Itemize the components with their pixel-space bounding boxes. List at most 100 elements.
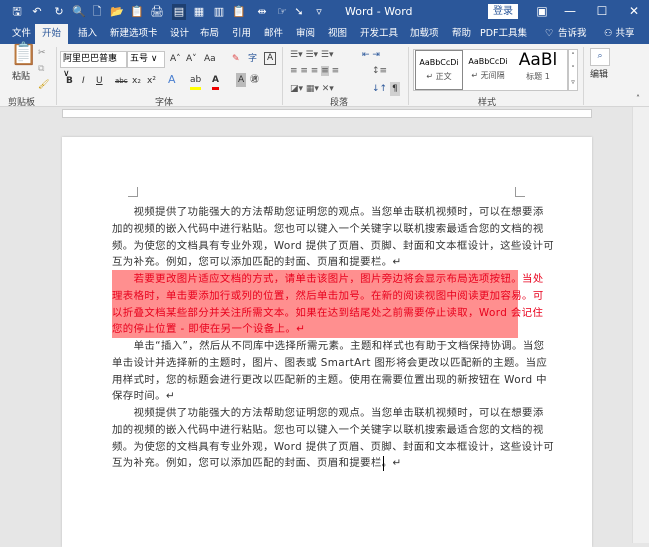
tab-7[interactable]: 邮件 — [264, 24, 283, 44]
tab-5[interactable]: 布局 — [200, 24, 219, 44]
close-button[interactable]: ✕ — [624, 4, 644, 18]
show-marks-icon[interactable]: ¶ — [390, 82, 400, 96]
qat-button-icon[interactable]: ☞ — [275, 4, 289, 20]
tab-6[interactable]: 引用 — [232, 24, 251, 44]
sort-icon[interactable]: ↓↑ — [372, 82, 387, 96]
tab-13[interactable]: PDF工具集 — [480, 24, 527, 44]
qat-button-icon[interactable]: ▿ — [312, 4, 326, 20]
enclose-char-icon[interactable]: ㊜ — [250, 73, 259, 87]
qat-button-icon[interactable]: 🔍 — [72, 4, 86, 20]
document-line: 理表格时，单击要添加行或列的位置，然后单击加号。在新的阅读视图中阅读更加容易。可 — [112, 289, 544, 302]
font-size-select[interactable]: 五号 ∨ — [127, 51, 165, 68]
qat-button-icon[interactable]: 📂 — [110, 4, 124, 20]
qat-button-icon[interactable]: 🗋 — [90, 4, 104, 20]
qat-button-icon[interactable]: ▤ — [172, 4, 186, 20]
collapse-ribbon-icon[interactable]: ˄ — [636, 92, 640, 106]
editing-button[interactable]: 编辑 — [590, 68, 608, 82]
shrink-font-button[interactable]: A˅ — [186, 52, 197, 66]
ribbon-display-icon[interactable]: ▣ — [532, 4, 552, 18]
tab-4[interactable]: 设计 — [170, 24, 189, 44]
char-shading-icon[interactable]: A — [236, 73, 247, 87]
document-line: 频。为使您的文档具有专业外观，Word 提供了页眉、页脚、封面和文本框设计，这些… — [112, 440, 555, 453]
ribbon: 📋 粘贴 ✂ ⧉ 🖌 剪贴板 阿里巴巴普惠 ∨ 五号 ∨ A˄ A˅ Aa ✎ … — [0, 44, 649, 108]
qat-button-icon[interactable]: 🖨 — [150, 4, 164, 20]
document-line: 互为补充。例如，您可以添加匹配的封面、页眉和提要栏。↵ — [112, 256, 402, 269]
ruler[interactable] — [0, 107, 632, 120]
superscript-button[interactable]: x² — [147, 74, 156, 88]
share-button[interactable]: ⚇ 共享 — [604, 24, 635, 44]
style-preview: AaBl — [518, 50, 558, 70]
indent-icon[interactable]: ⇤ ⇥ — [362, 48, 380, 62]
change-case-button[interactable]: Aa — [204, 52, 216, 66]
document-line: 视频提供了功能强大的方法帮助您证明您的观点。当您单击联机视频时，可以在想要添 — [112, 407, 544, 419]
qat-button-icon[interactable]: ↻ — [52, 4, 66, 20]
italic-button[interactable]: I — [82, 74, 85, 88]
paste-button[interactable]: 粘贴 — [12, 70, 30, 84]
qat-button-icon[interactable]: 📋 — [130, 4, 144, 20]
line-spacing-icon[interactable]: ↕≡ — [372, 64, 387, 78]
tell-me-button[interactable]: 告诉我 — [558, 24, 587, 44]
tab-9[interactable]: 视图 — [328, 24, 347, 44]
align-icons[interactable]: ≡ ≡ ≡ ≡ ≡ — [290, 64, 339, 78]
document-line: 视频提供了功能强大的方法帮助您证明您的观点。当您单击联机视频时，可以在想要添 — [112, 206, 544, 218]
minimize-button[interactable]: — — [560, 4, 580, 18]
grow-font-button[interactable]: A˄ — [170, 52, 181, 66]
bold-button[interactable]: B — [66, 74, 73, 88]
login-button[interactable]: 登录 — [488, 4, 518, 19]
highlight-color-icon[interactable]: ab — [190, 73, 202, 90]
style-heading-1[interactable]: AaBl 标题 1 — [514, 50, 562, 90]
font-color-icon[interactable]: A — [212, 73, 219, 90]
font-name-select[interactable]: 阿里巴巴普惠 ∨ — [60, 51, 127, 79]
document-line: 互为补充。例如，您可以添加匹配的封面、页眉和提要栏。↵ — [112, 457, 402, 470]
tab-2[interactable]: 插入 — [78, 24, 97, 44]
margin-corner — [128, 187, 138, 197]
document-line: 若要更改图片适应文档的方式，请单击该图片，图片旁边将会显示布局选项按钮。当处 — [112, 273, 544, 285]
qat-button-icon[interactable]: 🖫 — [10, 4, 24, 20]
qat-button-icon[interactable]: ▥ — [212, 4, 226, 20]
document-line: 以折叠文档某些部分并关注所需文本。如果在达到结尾处之前需要停止读取，Word 会… — [112, 306, 544, 319]
document-line: 用样式时，您的标题会进行更改以匹配新的主题。使用在需要位置出现的新按钮在 Wor… — [112, 373, 547, 386]
share-label: 共享 — [615, 28, 635, 39]
tab-11[interactable]: 加载项 — [410, 24, 439, 44]
style-normal[interactable]: AaBbCcDi ↵ 正文 — [415, 50, 463, 90]
font-name-value: 阿里巴巴普惠 — [63, 54, 118, 64]
clear-format-icon[interactable]: ✎ — [232, 52, 240, 66]
tab-3[interactable]: 新建选项卡 — [110, 24, 158, 44]
margin-corner — [515, 187, 525, 197]
document-line: 单击设计并选择新的主题时，图片、图表或 SmartArt 图形将会更改以匹配新的… — [112, 356, 548, 369]
paste-icon[interactable]: 📋 — [10, 44, 37, 66]
tab-8[interactable]: 审阅 — [296, 24, 315, 44]
vertical-scrollbar[interactable] — [632, 107, 649, 543]
tab-0[interactable]: 文件 — [12, 24, 31, 44]
document-line: 单击“插入”，然后从不同库中选择所需元素。主题和样式也有助于文档保持协调。当您 — [112, 340, 545, 352]
font-size-value: 五号 — [130, 54, 149, 64]
bullets-icon[interactable]: ☰▾ ☰▾ ☰▾ — [290, 48, 333, 62]
qat-button-icon[interactable]: 📋 — [232, 4, 246, 20]
search-icon[interactable]: ⌕ — [590, 48, 610, 66]
styles-scroll[interactable]: ˄ ˅ ▿ — [568, 49, 578, 91]
cut-icon[interactable]: ✂ — [38, 46, 46, 60]
underline-button[interactable]: U — [96, 74, 103, 88]
shading-border-icons[interactable]: ◪▾ ▦▾ ✕▾ — [290, 82, 334, 96]
qat-button-icon[interactable]: ↶ — [30, 4, 44, 20]
maximize-button[interactable]: ☐ — [592, 4, 612, 18]
strikethrough-button[interactable]: abc — [115, 74, 128, 88]
lightbulb-icon: ♡ — [545, 28, 554, 39]
style-name: ↵ 正文 — [426, 72, 452, 81]
tab-10[interactable]: 开发工具 — [360, 24, 398, 44]
copy-icon[interactable]: ⧉ — [38, 62, 44, 76]
document-line: 您的停止位置 - 即使在另一个设备上。↵ — [112, 323, 306, 336]
style-no-spacing[interactable]: AaBbCcDi ↵ 无间隔 — [464, 50, 512, 90]
char-border-icon[interactable]: A — [264, 52, 277, 65]
qat-button-icon[interactable]: ⇹ — [255, 4, 269, 20]
text-effects-icon[interactable]: A — [168, 73, 176, 87]
phonetic-icon[interactable]: 字 — [248, 52, 257, 66]
qat-button-icon[interactable]: ▦ — [192, 4, 206, 20]
qat-button-icon[interactable]: ➘ — [292, 4, 306, 20]
style-preview: AaBbCcDi — [419, 58, 459, 67]
tab-12[interactable]: 帮助 — [452, 24, 471, 44]
format-painter-icon[interactable]: 🖌 — [38, 78, 49, 92]
subscript-button[interactable]: x₂ — [132, 74, 141, 88]
styles-gallery: AaBbCcDi ↵ 正文 AaBbCcDi ↵ 无间隔 AaBl 标题 1 — [413, 49, 568, 91]
tab-1[interactable]: 开始 — [35, 24, 69, 44]
